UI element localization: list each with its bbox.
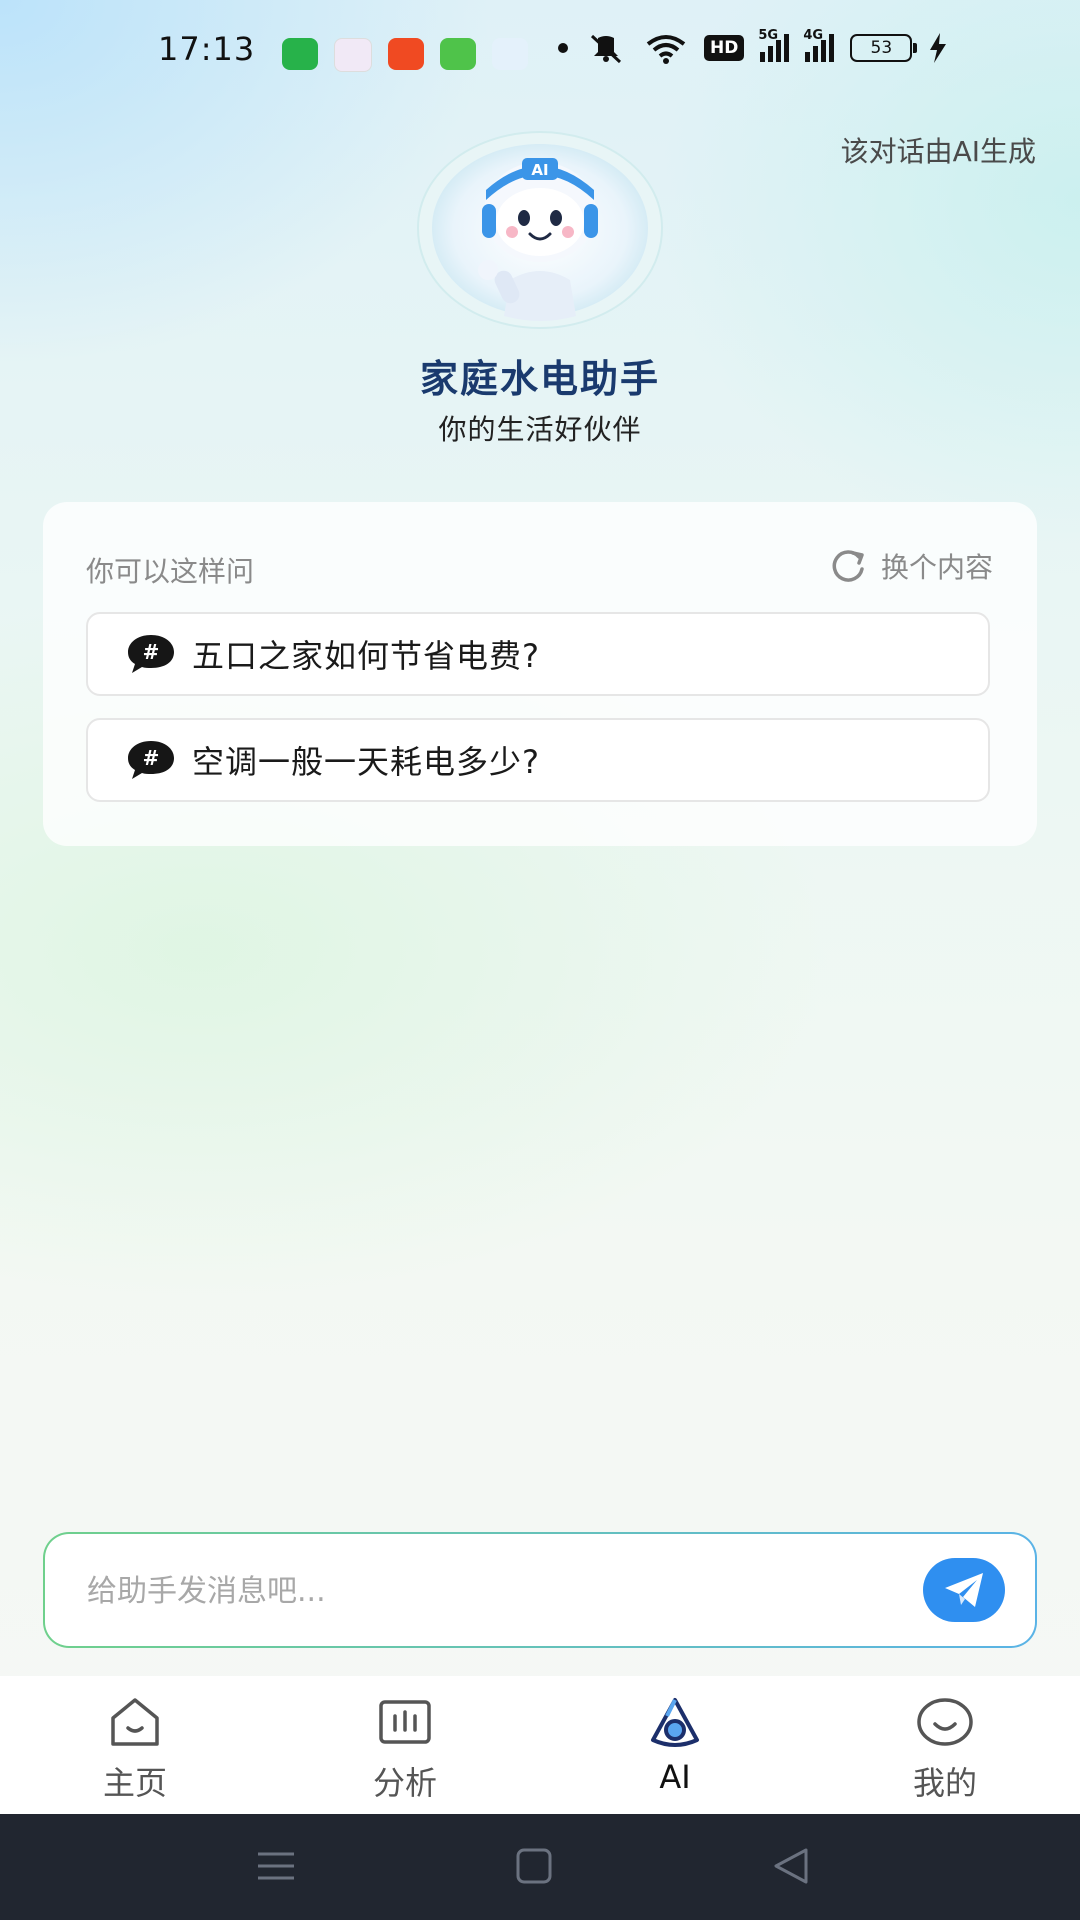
message-input-box	[43, 1532, 1037, 1648]
suggestion-question-text: 五口之家如何节省电费?	[192, 637, 540, 675]
tab-label: AI	[659, 1758, 691, 1796]
chart-icon	[379, 1700, 431, 1744]
assistant-name: 家庭水电助手	[419, 357, 660, 401]
app-notification-icon	[440, 38, 476, 70]
message-input[interactable]	[85, 1562, 909, 1620]
signal-5g-icon: 5G	[758, 28, 790, 62]
tab-analysis[interactable]: 分析	[270, 1676, 540, 1814]
tab-label: 主页	[102, 1764, 167, 1802]
app-notification-icon	[282, 38, 318, 70]
hashtag-bubble-icon: #	[128, 741, 174, 779]
suggestion-hint: 你可以这样问	[86, 555, 255, 588]
system-nav-bar	[0, 1814, 1080, 1920]
home-nav-icon[interactable]	[512, 1846, 556, 1886]
charging-icon	[930, 33, 947, 63]
ai-generated-notice: 该对话由AI生成	[840, 135, 1036, 168]
tab-label: 我的	[912, 1764, 977, 1802]
svg-text:#: #	[143, 640, 160, 664]
battery-indicator: 53	[850, 34, 918, 62]
app-screen: 17:13 HD 5G 4G 53 该对话由AI生成 AI 家庭水电助手 你的生…	[0, 0, 1080, 1920]
send-icon	[945, 1573, 983, 1607]
refresh-label: 换个内容	[880, 551, 993, 584]
dot-icon	[558, 43, 568, 53]
signal-4g-icon: 4G	[803, 28, 835, 62]
tab-label: 分析	[372, 1764, 437, 1802]
profile-icon	[917, 1698, 973, 1746]
suggestion-question-text: 空调一般一天耗电多少?	[192, 743, 540, 781]
tab-profile[interactable]: 我的	[810, 1676, 1080, 1814]
home-icon	[111, 1698, 159, 1746]
hd-badge: HD	[704, 35, 745, 61]
menu-icon[interactable]	[254, 1846, 298, 1886]
wifi-icon	[646, 35, 686, 64]
system-status-icons: HD 5G 4G 53	[558, 28, 948, 64]
hashtag-bubble-icon: #	[128, 635, 174, 673]
bottom-tab-bar: 主页 分析 AI 我的	[0, 1676, 1080, 1814]
suggestion-card: 你可以这样问 换个内容 # 五口之家如何节省电费? # 空调一般一天耗电多少?	[43, 502, 1037, 846]
back-icon[interactable]	[770, 1846, 814, 1886]
tab-home[interactable]: 主页	[0, 1676, 270, 1814]
app-notification-icon	[334, 38, 372, 72]
mute-icon	[590, 34, 622, 64]
suggestion-question-1[interactable]: # 五口之家如何节省电费?	[86, 612, 990, 696]
status-bar: 17:13 HD 5G 4G 53	[0, 0, 1080, 110]
notification-icons	[282, 38, 528, 72]
send-button[interactable]	[923, 1558, 1005, 1622]
tab-ai[interactable]: AI	[540, 1676, 810, 1814]
assistant-avatar: AI	[416, 130, 664, 330]
status-time: 17:13	[158, 30, 256, 68]
svg-text:#: #	[143, 746, 160, 770]
refresh-icon	[832, 550, 864, 582]
ai-icon	[651, 1698, 699, 1747]
app-notification-icon	[492, 38, 528, 70]
video-app-icon	[388, 38, 424, 70]
avatar-badge: AI	[531, 161, 548, 179]
suggestion-question-2[interactable]: # 空调一般一天耗电多少?	[86, 718, 990, 802]
refresh-suggestions-button[interactable]: 换个内容	[829, 546, 993, 586]
assistant-tagline: 你的生活好伙伴	[438, 413, 642, 446]
